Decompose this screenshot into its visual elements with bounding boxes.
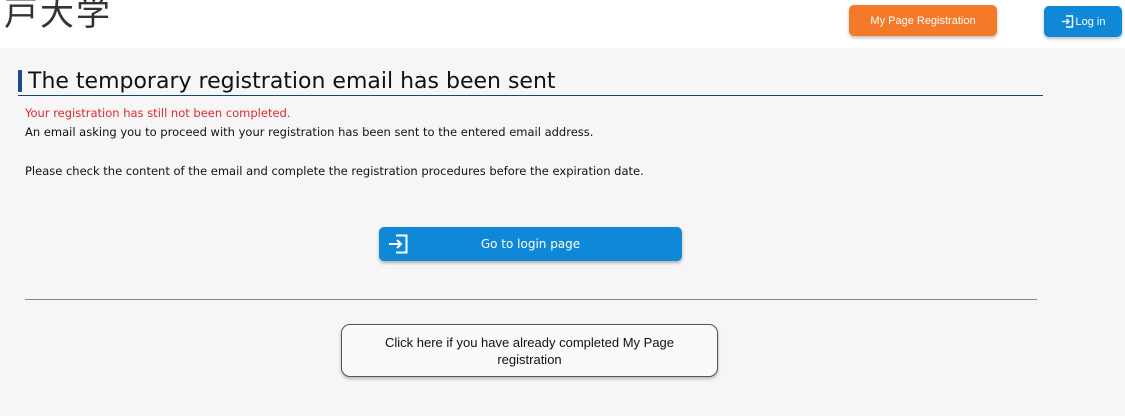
check-email-message: Please check the content of the email an… [25, 164, 644, 178]
page-title: The temporary registration email has bee… [28, 69, 556, 94]
divider [25, 299, 1037, 300]
registration-warning: Your registration has still not been com… [25, 106, 291, 120]
go-to-login-button[interactable]: Go to login page [379, 227, 682, 261]
login-label: Log in [1075, 15, 1106, 28]
header: 戸大学 My Page Registration Log in [0, 0, 1125, 48]
login-button[interactable]: Log in [1044, 6, 1122, 37]
login-icon [1061, 15, 1074, 28]
university-logo[interactable]: 戸大学 [4, 0, 112, 35]
page-heading: The temporary registration email has bee… [18, 68, 1043, 96]
heading-accent-bar [18, 70, 22, 92]
mypage-registration-label: My Page Registration [870, 14, 976, 27]
already-completed-label: Click here if you have already completed… [384, 334, 675, 367]
go-to-login-label: Go to login page [480, 237, 581, 251]
already-completed-button[interactable]: Click here if you have already completed… [341, 324, 718, 377]
email-sent-message: An email asking you to proceed with your… [25, 125, 594, 139]
mypage-registration-button[interactable]: My Page Registration [849, 5, 997, 36]
